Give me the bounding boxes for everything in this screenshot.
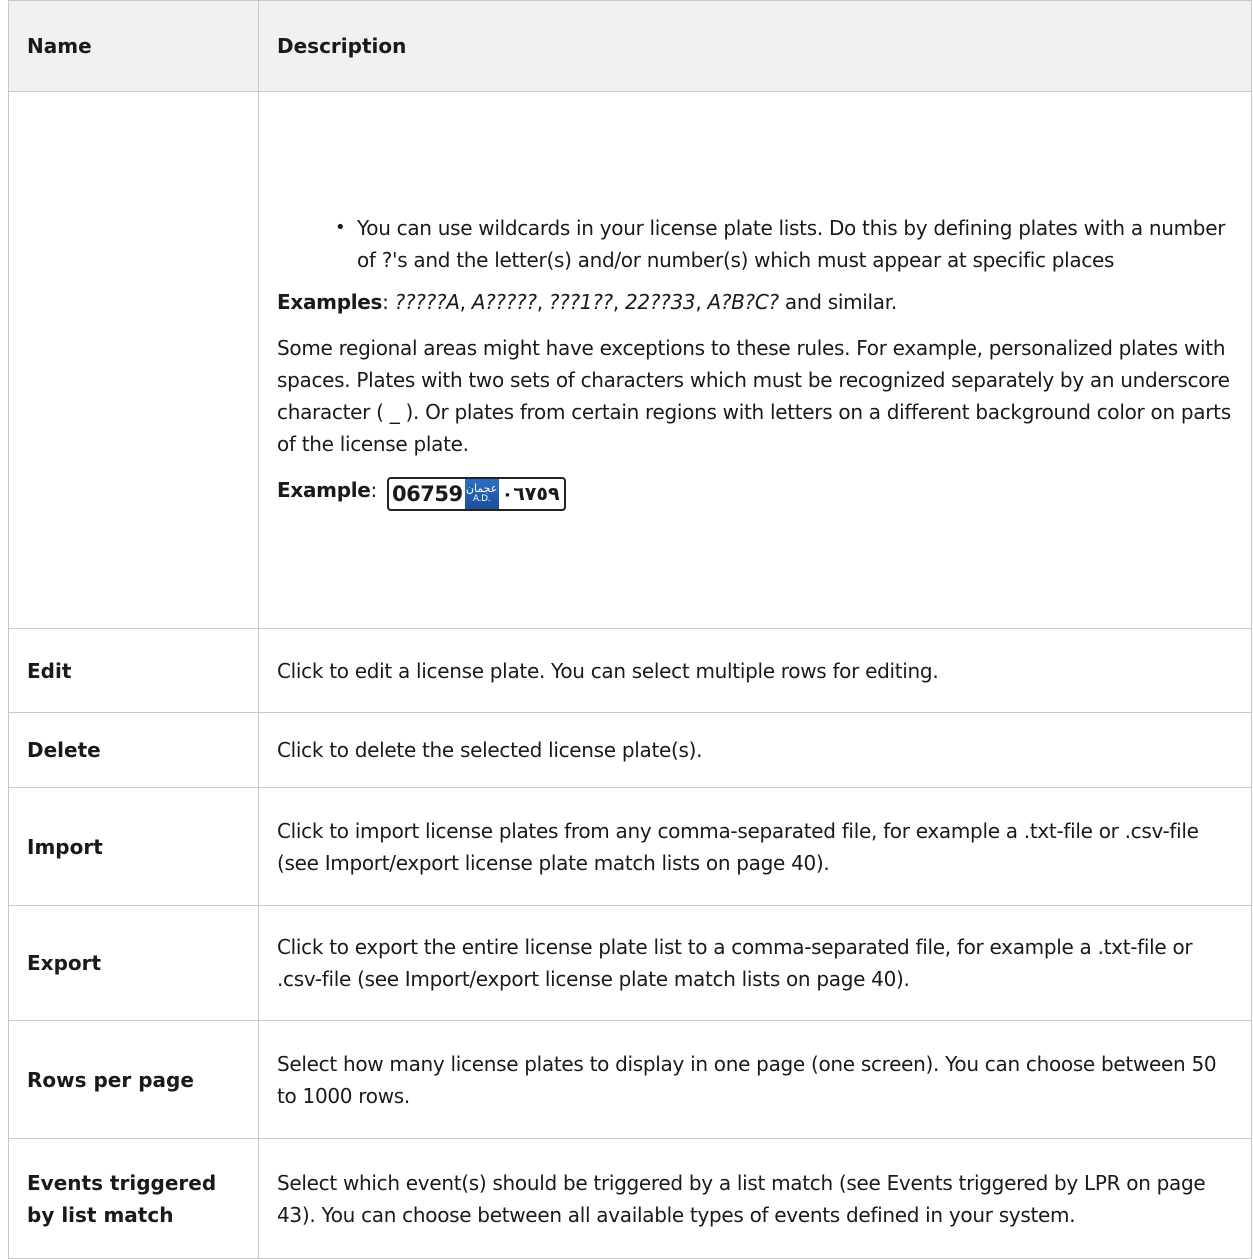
table-row-events-triggered: Events triggered by list match Select wh… [8,1138,1252,1259]
wildcard-bullet-item: You can use wildcards in your license pl… [335,212,1235,276]
example-plate-paragraph: Example: 06759 عجمان A.D. ٠٦٧٥٩ [277,474,1235,511]
plate-latin-number: 06759 [392,481,463,506]
examples-colon: : [382,289,395,314]
wildcard-bullet-list: You can use wildcards in your license pl… [277,212,1235,276]
settings-table: Name Description You can use wildcards i… [8,0,1252,1259]
plate-emblem-bottom: A.D. [472,493,491,504]
row-name: Rows per page [8,1020,259,1139]
examples-paragraph: Examples: ?????A, A?????, ???1??, 22??33… [277,286,1235,318]
table-header-row: Name Description [8,0,1252,92]
example-code: 22??33 [624,289,696,314]
plate-arabic-number: ٠٦٧٥٩ [501,482,560,505]
examples-tail: and similar. [778,289,897,314]
row-description: Click to export the entire license plate… [258,905,1252,1021]
table-row-rows-per-page: Rows per page Select how many license pl… [8,1020,1252,1139]
example-separator: , [695,289,708,314]
table-row-delete: Delete Click to delete the selected lice… [8,712,1252,788]
column-header-description: Description [258,0,1252,92]
example-code: ???1?? [548,289,613,314]
column-header-name: Name [8,0,259,92]
row-name-empty [8,91,259,629]
example-separator: , [536,289,549,314]
examples-label: Examples [277,289,383,314]
example-code: A?B?C? [707,289,779,314]
plate-emblem-top: عجمان [465,481,498,495]
row-name: Delete [8,712,259,788]
example-colon: : [370,477,384,502]
row-name: Events triggered by list match [8,1138,259,1259]
row-description-wildcards: You can use wildcards in your license pl… [258,91,1252,629]
row-description: Select how many license plates to displa… [258,1020,1252,1139]
row-description: Select which event(s) should be triggere… [258,1138,1252,1259]
example-code: ?????A [394,289,460,314]
row-name: Edit [8,628,259,713]
row-description: Click to import license plates from any … [258,787,1252,906]
example-code: A????? [471,289,537,314]
row-name: Export [8,905,259,1021]
regional-paragraph: Some regional areas might have exception… [277,335,1231,456]
row-description: Click to delete the selected license pla… [258,712,1252,788]
example-separator: , [612,289,625,314]
table-row-edit: Edit Click to edit a license plate. You … [8,628,1252,713]
table-row-export: Export Click to export the entire licens… [8,905,1252,1021]
row-name: Import [8,787,259,906]
table-row-wildcards: You can use wildcards in your license pl… [8,91,1252,629]
license-plate-image: 06759 عجمان A.D. ٠٦٧٥٩ [387,476,566,511]
example-separator: , [459,289,472,314]
row-description: Click to edit a license plate. You can s… [258,628,1252,713]
example-label: Example [277,477,371,502]
plate-emblem: عجمان A.D. [464,478,499,509]
table-row-import: Import Click to import license plates fr… [8,787,1252,906]
